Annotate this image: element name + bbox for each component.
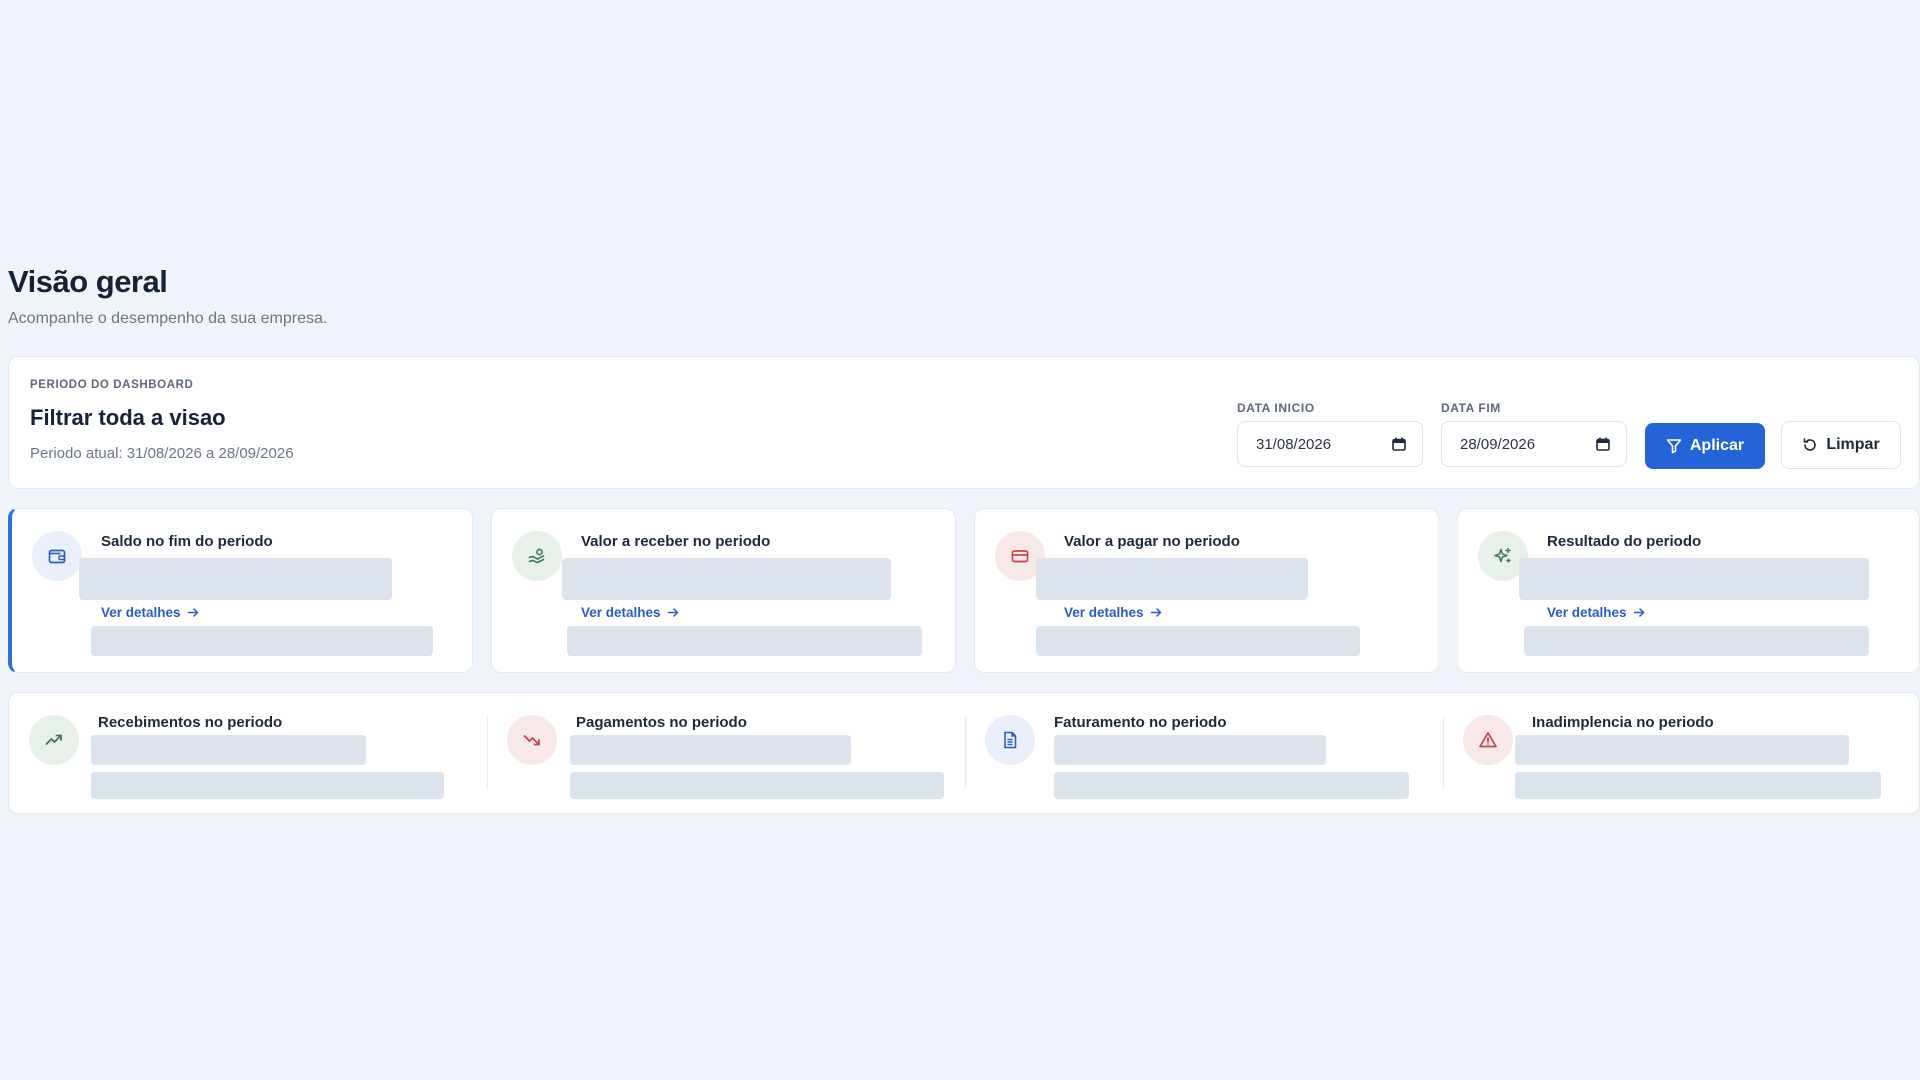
- file-text-icon: [985, 715, 1035, 765]
- start-date-value: 31/08/2026: [1256, 435, 1332, 453]
- start-date-input[interactable]: 31/08/2026: [1237, 421, 1423, 467]
- secondary-skeleton: [1515, 772, 1881, 799]
- trending-down-icon: [507, 715, 557, 765]
- secondary-skeleton: [1524, 626, 1869, 656]
- secondary-skeleton: [1036, 626, 1360, 656]
- kpi-card-saldo[interactable]: Saldo no fim do periodo Ver detalhes: [8, 508, 473, 673]
- value-skeleton: [1519, 558, 1869, 600]
- page-subtitle: Acompanhe o desempenho da sua empresa.: [8, 310, 328, 327]
- rotate-ccw-icon: [1804, 438, 1817, 451]
- view-details-label: Ver detalhes: [101, 605, 181, 620]
- clear-button-label: Limpar: [1826, 436, 1880, 453]
- end-date-value: 28/09/2026: [1460, 435, 1536, 453]
- secondary-skeleton: [91, 626, 433, 656]
- view-details-label: Ver detalhes: [1547, 605, 1627, 620]
- filter-title: Filtrar toda a visao: [30, 405, 226, 430]
- value-skeleton: [562, 558, 891, 600]
- kpi-title: Valor a pagar no periodo: [1064, 533, 1240, 550]
- value-skeleton: [1515, 735, 1849, 765]
- trending-up-icon: [29, 715, 79, 765]
- secondary-skeleton: [567, 626, 922, 656]
- kpi-card-resultado[interactable]: Resultado do periodo Ver detalhes: [1457, 508, 1920, 673]
- view-details-link[interactable]: Ver detalhes: [1547, 605, 1646, 620]
- metric-title: Recebimentos no periodo: [98, 714, 283, 731]
- value-skeleton: [79, 558, 392, 600]
- secondary-skeleton: [1054, 772, 1409, 799]
- end-date-input[interactable]: 28/09/2026: [1441, 421, 1627, 467]
- metric-title: Pagamentos no periodo: [576, 714, 747, 731]
- hand-coins-icon: [512, 531, 562, 581]
- page-header: Visão geral Acompanhe o desempenho da su…: [8, 264, 327, 328]
- value-skeleton: [570, 735, 851, 765]
- calendar-icon[interactable]: [1596, 437, 1610, 451]
- kpi-title: Saldo no fim do periodo: [101, 533, 273, 550]
- apply-button-label: Aplicar: [1689, 437, 1745, 454]
- metric-title: Inadimplencia no periodo: [1532, 714, 1714, 731]
- arrow-right-icon: [1150, 608, 1161, 617]
- value-skeleton: [1036, 558, 1308, 600]
- current-period-text: Periodo atual: 31/08/2026 a 28/09/2026: [30, 445, 294, 462]
- end-date-group: DATA FIM 28/09/2026: [1441, 401, 1627, 467]
- kpi-card-pagar[interactable]: Valor a pagar no periodo Ver detalhes: [974, 508, 1439, 673]
- period-metrics-card: Recebimentos no periodo Pagamentos no pe…: [8, 692, 1920, 814]
- end-date-label: DATA FIM: [1441, 401, 1501, 415]
- metric-pagamentos[interactable]: Pagamentos no periodo: [487, 693, 965, 813]
- clear-button[interactable]: Limpar: [1781, 421, 1901, 469]
- arrow-right-icon: [1633, 608, 1644, 617]
- filter-eyebrow: PERIODO DO DASHBOARD: [30, 379, 194, 391]
- view-details-label: Ver detalhes: [581, 605, 661, 620]
- value-skeleton: [91, 735, 366, 765]
- view-details-link[interactable]: Ver detalhes: [101, 605, 200, 620]
- view-details-link[interactable]: Ver detalhes: [581, 605, 680, 620]
- arrow-right-icon: [187, 608, 198, 617]
- wallet-icon: [32, 531, 82, 581]
- metric-faturamento[interactable]: Faturamento no periodo: [965, 693, 1443, 813]
- page-title: Visão geral: [8, 264, 168, 299]
- metric-recebimentos[interactable]: Recebimentos no periodo: [9, 693, 487, 813]
- alert-triangle-icon: [1463, 715, 1513, 765]
- metric-title: Faturamento no periodo: [1054, 714, 1227, 731]
- calendar-icon[interactable]: [1392, 437, 1406, 451]
- start-date-group: DATA INICIO 31/08/2026: [1237, 401, 1423, 467]
- filter-icon: [1666, 439, 1682, 454]
- secondary-skeleton: [91, 772, 444, 799]
- period-filter-card: PERIODO DO DASHBOARD Filtrar toda a visa…: [8, 356, 1920, 489]
- value-skeleton: [1054, 735, 1326, 765]
- kpi-title: Resultado do periodo: [1547, 533, 1702, 550]
- view-details-label: Ver detalhes: [1064, 605, 1144, 620]
- kpi-card-receber[interactable]: Valor a receber no periodo Ver detalhes: [491, 508, 956, 673]
- arrow-right-icon: [667, 608, 678, 617]
- apply-button[interactable]: Aplicar: [1645, 423, 1765, 469]
- view-details-link[interactable]: Ver detalhes: [1064, 605, 1163, 620]
- start-date-label: DATA INICIO: [1237, 401, 1315, 415]
- secondary-skeleton: [570, 772, 944, 799]
- metric-inadimplencia[interactable]: Inadimplencia no periodo: [1443, 693, 1920, 813]
- kpi-title: Valor a receber no periodo: [581, 533, 771, 550]
